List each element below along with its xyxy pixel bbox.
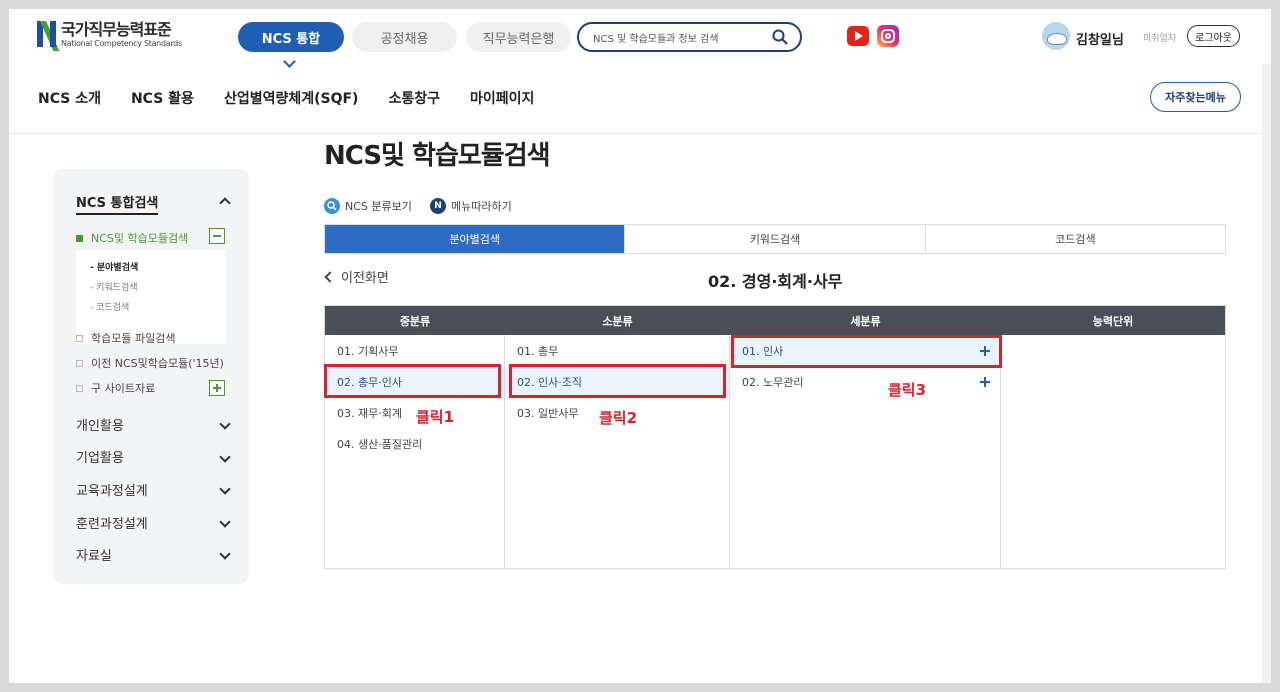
chevron-down-icon[interactable]: [219, 451, 231, 463]
checkbox-icon: [76, 334, 83, 342]
sidebar-item-old-site[interactable]: 구 사이트자료: [76, 380, 155, 396]
sidebar-sub-item[interactable]: - 코드검색: [90, 298, 226, 318]
user-status[interactable]: 미취업자: [1143, 31, 1176, 44]
scrollbar[interactable]: [1262, 64, 1271, 683]
list-item[interactable]: 04. 생산·품질관리: [325, 429, 504, 459]
logo-korean-text: 국가직무능력표준: [61, 20, 172, 39]
sidebar-item-label: NCS및 학습모듈검색: [91, 232, 189, 245]
youtube-icon[interactable]: [847, 26, 869, 46]
user-name: 김창일님: [1076, 33, 1124, 48]
click-annotation-1: 클릭1: [416, 408, 455, 426]
page-title: NCS및 학습모듈검색: [324, 141, 551, 171]
expand-icon[interactable]: [209, 380, 225, 396]
highlight-box-3: [731, 335, 1002, 368]
highlight-box-1: [324, 364, 501, 398]
search-icon: [324, 198, 340, 214]
collapse-icon[interactable]: [209, 228, 225, 244]
column-header-mid: 중분류: [399, 314, 431, 328]
sidebar-item-module-file[interactable]: 학습모듈 파일검색: [76, 330, 175, 346]
sidebar-sub-item[interactable]: - 분야별검색: [90, 258, 226, 278]
top-tab-ncs[interactable]: NCS 통합: [238, 22, 344, 52]
nav-item-ncs-use[interactable]: NCS 활용: [131, 88, 194, 108]
logo-english-text: National Competency Standards: [61, 39, 182, 48]
list-item[interactable]: 01. 총무: [505, 336, 729, 366]
back-link[interactable]: 이전화면: [324, 267, 389, 286]
nav-item-communication[interactable]: 소통창구: [388, 88, 440, 108]
sidebar: NCS 통합검색 NCS및 학습모듈검색 - 분야별검색 - 키워드검색 - 코…: [53, 169, 249, 584]
nav-item-ncs-intro[interactable]: NCS 소개: [38, 88, 101, 108]
n-icon: N: [430, 198, 446, 214]
menu-guide-link[interactable]: N 메뉴따라하기: [430, 198, 512, 214]
sidebar-menu-personal[interactable]: 개인활용: [76, 415, 124, 434]
logout-button[interactable]: 로그아웃: [1187, 25, 1240, 47]
sidebar-menu-enterprise[interactable]: 기업활용: [76, 447, 124, 466]
avatar[interactable]: [1042, 22, 1070, 50]
sidebar-title[interactable]: NCS 통합검색: [76, 192, 159, 215]
checkbox-icon: [76, 359, 83, 367]
highlight-box-2: [509, 364, 726, 398]
site-header: 국가직무능력표준 National Competency Standards N…: [9, 9, 1271, 134]
site-logo[interactable]: 국가직무능력표준 National Competency Standards: [37, 20, 182, 51]
sidebar-item-ncs-search[interactable]: NCS및 학습모듈검색: [76, 230, 188, 246]
chevron-up-icon[interactable]: [219, 197, 231, 209]
chevron-left-icon: [324, 270, 336, 283]
tab-field-search[interactable]: 분야별검색: [325, 225, 626, 253]
column-header-detail: 세분류: [850, 314, 881, 328]
faq-menu-button[interactable]: 자주찾는메뉴: [1150, 82, 1241, 112]
column-header-unit: 능력단위: [1092, 314, 1134, 328]
top-tab-job-bank[interactable]: 직무능력은행: [466, 22, 571, 52]
nav-item-mypage[interactable]: 마이페이지: [470, 88, 534, 108]
sidebar-sub-item[interactable]: - 키워드검색: [90, 278, 226, 298]
tab-code-search[interactable]: 코드검색: [926, 225, 1225, 253]
sidebar-menu-curriculum[interactable]: 교육과정설계: [76, 480, 148, 499]
section-title: 02. 경영·회계·사무: [708, 272, 843, 291]
click-annotation-2: 클릭2: [599, 409, 638, 427]
chevron-down-icon[interactable]: [219, 516, 231, 528]
competency-unit-column: [1001, 335, 1225, 568]
bullet-icon: [76, 234, 83, 242]
chevron-down-icon[interactable]: [219, 418, 231, 430]
ncs-classification-link[interactable]: NCS 분류보기: [324, 198, 412, 214]
chevron-down-icon[interactable]: [219, 483, 231, 495]
nav-item-sqf[interactable]: 산업별역량체계(SQF): [224, 88, 359, 108]
sidebar-menu-archive[interactable]: 자료실: [76, 545, 112, 564]
search-input[interactable]: NCS 및 학습모듈과 정보 검색: [577, 22, 802, 52]
checkbox-icon: [76, 384, 83, 392]
instagram-icon[interactable]: [877, 25, 899, 47]
chevron-down-icon: [283, 55, 296, 68]
page-frame: 국가직무능력표준 National Competency Standards N…: [9, 9, 1271, 683]
list-item[interactable]: 02. 노무관리: [730, 367, 1000, 397]
column-header-small: 소분류: [602, 314, 633, 328]
top-tab-fair-hiring[interactable]: 공정채용: [352, 22, 457, 52]
ncs-logo-icon: [37, 21, 60, 51]
tab-keyword-search[interactable]: 키워드검색: [625, 225, 926, 253]
plus-icon[interactable]: [980, 377, 990, 387]
search-tabs: 분야별검색 키워드검색 코드검색: [324, 224, 1226, 254]
list-item[interactable]: 01. 기획사무: [325, 336, 504, 366]
sidebar-item-legacy-ncs[interactable]: 이전 NCS및학습모듈('15년): [76, 355, 224, 371]
detail-category-column: 01. 인사 02. 노무관리: [730, 335, 1001, 568]
list-item[interactable]: 03. 재무·회계: [325, 398, 504, 428]
click-annotation-3: 클릭3: [888, 381, 927, 399]
sidebar-menu-training[interactable]: 훈련과정설계: [76, 513, 148, 532]
chevron-down-icon[interactable]: [219, 548, 231, 560]
search-icon[interactable]: [772, 29, 788, 45]
main-nav: NCS 소개 NCS 활용 산업별역량체계(SQF) 소통창구 마이페이지: [38, 88, 564, 108]
search-placeholder: NCS 및 학습모듈과 정보 검색: [593, 33, 719, 45]
